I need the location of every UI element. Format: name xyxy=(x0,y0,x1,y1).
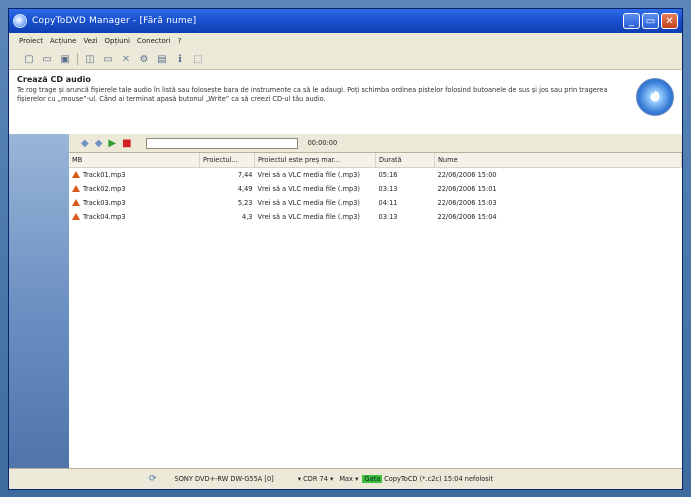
open-icon[interactable]: ▭ xyxy=(41,53,53,65)
page-title: Crează CD audio xyxy=(17,75,91,84)
track-name: Track01.mp3 xyxy=(83,171,126,179)
speed-selector[interactable]: Max ▾ xyxy=(339,475,358,483)
info-icon[interactable]: ℹ xyxy=(174,53,186,65)
menu-item-actiune[interactable]: Acțiune xyxy=(50,37,76,45)
window-controls: _ ▭ ✕ xyxy=(623,13,678,29)
minimize-button[interactable]: _ xyxy=(623,13,640,29)
track-name: Track04.mp3 xyxy=(83,213,126,221)
instructions-text: Te rog trage și aruncă fișierele tale au… xyxy=(17,86,608,103)
close-button[interactable]: ✕ xyxy=(661,13,678,29)
menu-bar: Proiect Acțiune Vezi Opțiuni Conectori ? xyxy=(9,33,682,49)
menu-item-help[interactable]: ? xyxy=(178,37,182,45)
toolbar: ▢ ▭ ▣ ◫ ▭ ✕ ⚙ ▤ ℹ ⬚ xyxy=(9,49,682,70)
new-icon[interactable]: ▢ xyxy=(23,53,35,65)
column-header-project[interactable]: Proiectul... xyxy=(199,153,255,168)
track-list-panel: ◆ ◆ ▶ ■ 00:00:00 MB Proiectul... Proiect… xyxy=(69,134,682,470)
media-label: CDR 74 xyxy=(303,475,328,483)
settings-icon[interactable]: ⚙ xyxy=(138,53,150,65)
stop-icon[interactable]: ■ xyxy=(122,138,131,149)
track-duration: 03:13 xyxy=(378,185,398,193)
warning-icon xyxy=(72,171,80,178)
title-bar[interactable]: CopyToDVD Manager - [Fără nume] _ ▭ ✕ xyxy=(9,9,682,33)
track-date: 22/06/2006 15:04 xyxy=(437,213,497,221)
table-header: MB Proiectul... Proiectul este preș mar.… xyxy=(69,153,682,168)
track-date: 22/06/2006 15:00 xyxy=(437,171,497,179)
track-date: 22/06/2006 15:03 xyxy=(437,199,497,207)
track-size: 5,23 xyxy=(237,199,253,207)
play-icon[interactable]: ▶ xyxy=(108,138,116,149)
column-header-name[interactable]: Nume xyxy=(434,153,682,168)
refresh-icon[interactable]: ⟳ xyxy=(149,474,157,484)
track-date: 22/06/2006 15:01 xyxy=(437,185,497,193)
menu-item-vezi[interactable]: Vezi xyxy=(83,37,97,45)
track-name-cell: Track01.mp3 xyxy=(69,168,200,183)
properties-icon[interactable]: ▤ xyxy=(156,53,168,65)
column-header-mb[interactable]: MB xyxy=(69,153,200,168)
status-app-info: CopyToCD (*.c2c) 15:04 nefolosit xyxy=(384,475,494,483)
content-area: ◆ ◆ ▶ ■ 00:00:00 MB Proiectul... Proiect… xyxy=(9,134,682,470)
save-icon[interactable]: ▣ xyxy=(59,53,71,65)
table-row[interactable]: Track04.mp3 4,3 Vrei să a VLC media file… xyxy=(69,210,682,224)
app-window: CopyToDVD Manager - [Fără nume] _ ▭ ✕ Pr… xyxy=(8,8,683,490)
drive-selector[interactable]: SONY DVD+-RW DW-G55A [0] xyxy=(175,475,274,483)
track-size: 4,49 xyxy=(237,185,253,193)
track-size: 4,3 xyxy=(242,213,253,221)
app-icon xyxy=(13,14,27,28)
side-panel xyxy=(9,134,69,470)
window-title: CopyToDVD Manager - [Fără nume] xyxy=(32,16,197,26)
column-header-type[interactable]: Proiectul este preș mar... xyxy=(254,153,376,168)
track-duration: 05:16 xyxy=(378,171,398,179)
track-name-cell: Track04.mp3 xyxy=(69,210,200,224)
add-folder-icon[interactable]: ▭ xyxy=(102,53,114,65)
table-row[interactable]: Track03.mp3 5,23 Vrei să a VLC media fil… xyxy=(69,196,682,210)
column-header-duration[interactable]: Durată xyxy=(375,153,435,168)
track-duration: 04:11 xyxy=(378,199,398,207)
track-table: MB Proiectul... Proiectul este preș mar.… xyxy=(69,153,682,224)
media-selector[interactable]: ▾ CDR 74 ▾ xyxy=(298,475,334,483)
warning-icon xyxy=(72,185,80,192)
track-type: Vrei să a VLC media file (.mp3) xyxy=(257,213,360,221)
table-row[interactable]: Track02.mp3 4,49 Vrei să a VLC media fil… xyxy=(69,182,682,196)
remove-icon[interactable]: ✕ xyxy=(120,53,132,65)
add-file-icon[interactable]: ◫ xyxy=(84,53,96,65)
audio-cd-icon xyxy=(636,78,674,116)
menu-item-proiect[interactable]: Proiect xyxy=(19,37,43,45)
write-icon[interactable]: ⬚ xyxy=(192,53,204,65)
table-row[interactable]: Track01.mp3 7,44 Vrei să a VLC media fil… xyxy=(69,168,682,183)
maximize-button[interactable]: ▭ xyxy=(642,13,659,29)
menu-item-optiuni[interactable]: Opțiuni xyxy=(105,37,130,45)
track-duration: 03:13 xyxy=(378,213,398,221)
status-badge: Gata xyxy=(362,475,383,483)
toolbar-separator xyxy=(77,53,78,65)
warning-icon xyxy=(72,213,80,220)
speed-label: Max xyxy=(339,475,353,483)
player-bar: ◆ ◆ ▶ ■ 00:00:00 xyxy=(69,134,682,153)
warning-icon xyxy=(72,199,80,206)
track-size: 7,44 xyxy=(237,171,253,179)
track-name: Track03.mp3 xyxy=(83,199,126,207)
status-bar: ⟳ SONY DVD+-RW DW-G55A [0] ▾ CDR 74 ▾ Ma… xyxy=(9,468,682,489)
track-type: Vrei să a VLC media file (.mp3) xyxy=(257,199,360,207)
playback-time: 00:00:00 xyxy=(307,139,338,147)
track-type: Vrei să a VLC media file (.mp3) xyxy=(257,185,360,193)
track-name-cell: Track03.mp3 xyxy=(69,196,200,210)
track-name: Track02.mp3 xyxy=(83,185,126,193)
task-header: Crează CD audio Te rog trage și aruncă f… xyxy=(9,70,682,135)
move-down-icon[interactable]: ◆ xyxy=(95,138,103,149)
track-name-cell: Track02.mp3 xyxy=(69,182,200,196)
move-up-icon[interactable]: ◆ xyxy=(81,138,89,149)
playback-progress[interactable] xyxy=(145,137,298,149)
track-type: Vrei să a VLC media file (.mp3) xyxy=(257,171,360,179)
menu-item-conectori[interactable]: Conectori xyxy=(137,37,171,45)
